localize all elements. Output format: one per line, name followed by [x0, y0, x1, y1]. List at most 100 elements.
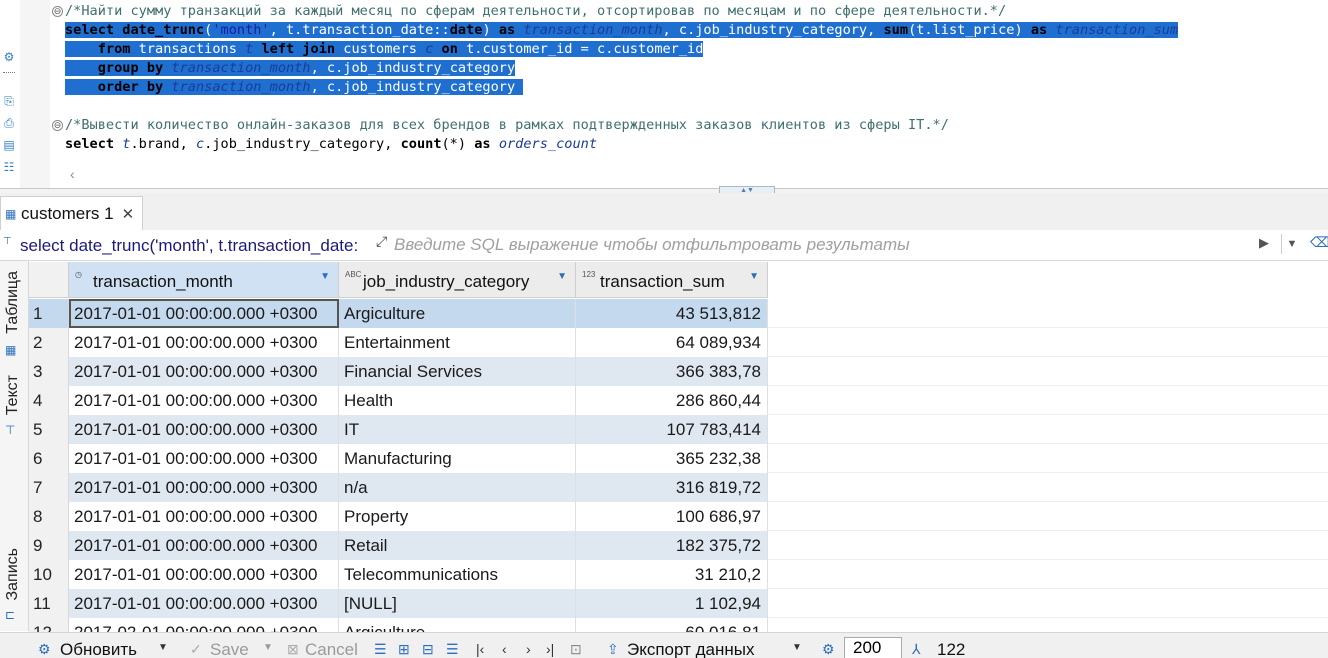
cell-job-industry-category[interactable]: Argiculture — [339, 618, 576, 632]
cell-transaction-month[interactable]: 2017-01-01 00:00:00.000 +0300 — [69, 502, 339, 531]
side-tab-text[interactable]: Текст — [4, 375, 22, 415]
sort-filter-icon[interactable]: ▼ — [320, 271, 330, 282]
row-number-cell[interactable]: 4 — [29, 386, 69, 415]
table-row[interactable]: 9 2017-01-01 00:00:00.000 +0300 Retail 182 … — [29, 531, 1328, 560]
cell-job-industry-category[interactable]: Argiculture — [339, 299, 576, 328]
table-row[interactable]: 7 2017-01-01 00:00:00.000 +0300 n/a 316 819… — [29, 473, 1328, 502]
row-number-cell[interactable]: 3 — [29, 357, 69, 386]
cell-job-industry-category[interactable]: IT — [339, 415, 576, 444]
save-button[interactable]: Save — [210, 640, 249, 658]
cell-job-industry-category[interactable]: Health — [339, 386, 576, 415]
outline-icon[interactable]: ☷ — [2, 160, 16, 174]
execute-script-icon[interactable]: ⎘ — [2, 94, 16, 108]
refresh-button[interactable]: Обновить — [60, 640, 137, 658]
cell-job-industry-category[interactable]: Entertainment — [339, 328, 576, 357]
cell-transaction-month[interactable]: 2017-01-01 00:00:00.000 +0300 — [69, 386, 339, 415]
side-tab-table[interactable]: Таблица — [4, 271, 22, 334]
table-row[interactable]: 122017-02-01 00:00:00.000 +0300Argicultu… — [29, 618, 1328, 632]
row-number-cell[interactable]: 8 — [29, 502, 69, 531]
table-row[interactable]: 11 2017-01-01 00:00:00.000 +0300 [NULL] 1 1… — [29, 589, 1328, 618]
code-line[interactable]: group by transaction_month, c.job_indust… — [65, 59, 516, 78]
cell-transaction-sum[interactable]: 286 860,44 — [576, 386, 768, 415]
fold-toggle-icon[interactable]: ⊖ — [52, 120, 63, 131]
row-number-cell[interactable]: 2 — [29, 328, 69, 357]
next-page-icon[interactable]: › — [526, 641, 531, 657]
column-header-job-industry-category[interactable]: ABC job_industry_category ▼ — [339, 262, 576, 298]
table-row[interactable]: 5 2017-01-01 00:00:00.000 +0300 IT 107 783,… — [29, 415, 1328, 444]
code-line[interactable]: select t.brand, c.job_industry_category,… — [65, 135, 597, 154]
scroll-left-icon[interactable]: ‹ — [70, 166, 75, 182]
delete-row-icon[interactable]: ☰ — [446, 641, 459, 658]
refresh-dropdown-icon[interactable]: ▼ — [158, 642, 168, 653]
row-number-cell[interactable]: 9 — [29, 531, 69, 560]
table-row[interactable]: 8 2017-01-01 00:00:00.000 +0300 Property 10… — [29, 502, 1328, 531]
fetch-size-input[interactable] — [844, 637, 902, 658]
fold-toggle-icon[interactable]: ⊖ — [52, 6, 63, 17]
cell-transaction-sum[interactable]: 107 783,414 — [576, 415, 768, 444]
column-header-transaction-sum[interactable]: 123 transaction_sum ▼ — [576, 262, 768, 298]
code-line[interactable]: select date_trunc('month', t.transaction… — [65, 21, 1179, 40]
fetch-all-icon[interactable]: ⊡ — [570, 641, 582, 658]
table-row[interactable]: 10 2017-01-01 00:00:00.000 +0300 Telecommu… — [29, 560, 1328, 589]
table-row[interactable]: 6 2017-01-01 00:00:00.000 +0300 Manufactur… — [29, 444, 1328, 473]
cell-transaction-month[interactable]: 2017-01-01 00:00:00.000 +0300 — [69, 589, 339, 618]
export-dropdown-icon[interactable]: ▼ — [792, 642, 802, 653]
expand-icon[interactable]: ⤢ — [376, 233, 387, 250]
cell-job-industry-category[interactable]: [NULL] — [339, 589, 576, 618]
cell-transaction-sum[interactable]: 60 016,81 — [576, 618, 768, 632]
filter-history-dropdown-icon[interactable]: ▼ — [1281, 234, 1302, 254]
results-grid[interactable]: ◷ transaction_month ▼ ABC job_industry_c… — [29, 262, 1328, 632]
row-number-cell[interactable]: 6 — [29, 444, 69, 473]
cell-transaction-month[interactable]: 2017-01-01 00:00:00.000 +0300 — [69, 299, 339, 328]
tab-customers-1[interactable]: ▦ customers 1 ✕ — [0, 196, 144, 230]
first-page-icon[interactable]: |‹ — [476, 641, 484, 657]
cell-transaction-sum[interactable]: 100 686,97 — [576, 502, 768, 531]
cell-transaction-month[interactable]: 2017-01-01 00:00:00.000 +0300 — [69, 357, 339, 386]
code-line[interactable]: order by transaction_month, c.job_indust… — [65, 78, 524, 97]
cell-transaction-month[interactable]: 2017-01-01 00:00:00.000 +0300 — [69, 473, 339, 502]
table-row[interactable]: 3 2017-01-01 00:00:00.000 +0300 Financial … — [29, 357, 1328, 386]
close-icon[interactable]: ✕ — [122, 205, 135, 223]
save-dropdown-icon[interactable]: ▼ — [263, 642, 273, 653]
cell-transaction-sum[interactable]: 316 819,72 — [576, 473, 768, 502]
edit-row-icon[interactable]: ☰ — [374, 641, 387, 658]
cell-transaction-month[interactable]: 2017-02-01 00:00:00.000 +0300 — [69, 618, 339, 632]
cell-transaction-month[interactable]: 2017-01-01 00:00:00.000 +0300 — [69, 328, 339, 357]
code-line[interactable]: /*Найти сумму транзакций за каждый месяц… — [65, 2, 1006, 21]
cell-job-industry-category[interactable]: Financial Services — [339, 357, 576, 386]
row-number-header[interactable] — [29, 262, 69, 298]
explain-plan-icon[interactable]: ⎙ — [2, 116, 16, 130]
table-row[interactable]: 4 2017-01-01 00:00:00.000 +0300 Health 286 … — [29, 386, 1328, 415]
cancel-button[interactable]: Cancel — [305, 640, 358, 658]
export-data-button[interactable]: Экспорт данных — [627, 640, 754, 658]
filter-input[interactable] — [394, 234, 1249, 256]
apply-filter-icon[interactable]: ▶ — [1259, 235, 1269, 251]
cell-transaction-sum[interactable]: 1 102,94 — [576, 589, 768, 618]
cell-transaction-sum[interactable]: 365 232,38 — [576, 444, 768, 473]
cell-transaction-sum[interactable]: 366 383,78 — [576, 357, 768, 386]
side-tab-record[interactable]: Запись — [4, 548, 22, 601]
code-line[interactable]: from transactions t left join customers … — [65, 40, 704, 59]
cell-transaction-sum[interactable]: 43 513,812 — [576, 299, 768, 328]
export-icon[interactable]: ⇪ — [607, 641, 619, 658]
clear-filter-icon[interactable]: ⌫ — [1310, 234, 1328, 251]
fetch-settings-gear-icon[interactable]: ⚙ — [822, 641, 835, 658]
cell-transaction-sum[interactable]: 182 375,72 — [576, 531, 768, 560]
cell-transaction-month[interactable]: 2017-01-01 00:00:00.000 +0300 — [69, 444, 339, 473]
cell-job-industry-category[interactable]: Retail — [339, 531, 576, 560]
load-script-icon[interactable]: ▤ — [2, 138, 16, 152]
code-line[interactable]: /*Вывести количество онлайн-заказов для … — [65, 116, 949, 135]
editor-horizontal-scrollbar[interactable]: ‹ — [62, 165, 1328, 185]
cell-transaction-sum[interactable]: 64 089,934 — [576, 328, 768, 357]
last-page-icon[interactable]: ›| — [546, 641, 554, 657]
row-number-cell[interactable]: 12 — [29, 618, 69, 632]
previous-page-icon[interactable]: ‹ — [502, 641, 507, 657]
table-row[interactable]: 2 2017-01-01 00:00:00.000 +0300 Entertainm… — [29, 328, 1328, 357]
cell-transaction-month[interactable]: 2017-01-01 00:00:00.000 +0300 — [69, 415, 339, 444]
cell-job-industry-category[interactable]: n/a — [339, 473, 576, 502]
column-header-transaction-month[interactable]: ◷ transaction_month ▼ — [69, 262, 339, 298]
cell-transaction-month[interactable]: 2017-01-01 00:00:00.000 +0300 — [69, 531, 339, 560]
sql-editor[interactable]: ⚙ ⎘ ⎙ ▤ ☷ ⊖/*Найти сумму транзакций за к… — [0, 0, 1328, 192]
row-number-cell[interactable]: 1 — [29, 299, 69, 328]
cell-job-industry-category[interactable]: Telecommunications — [339, 560, 576, 589]
